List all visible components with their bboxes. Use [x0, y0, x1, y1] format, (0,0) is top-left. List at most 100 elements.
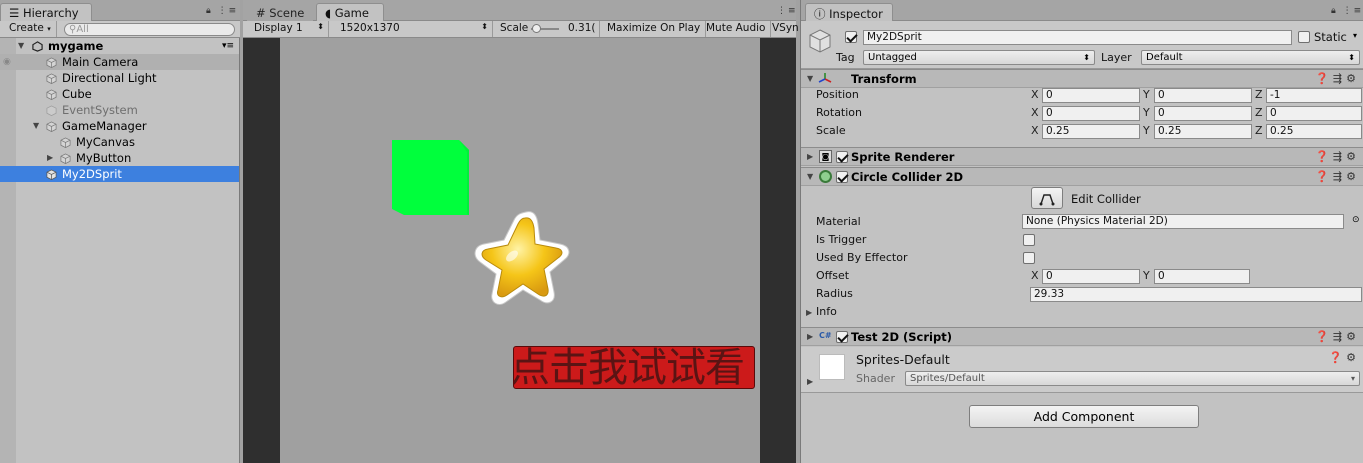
- object-picker-icon[interactable]: ⊙: [1352, 215, 1360, 225]
- collapsed-arrow-icon[interactable]: ▶: [807, 332, 813, 341]
- shader-dropdown[interactable]: Sprites/Default ▾: [905, 371, 1360, 386]
- hierarchy-panel: ☰ Hierarchy 🔒︎ ⋮≡ Create ▾ ⚲All ▼ mygame…: [0, 0, 240, 463]
- resolution-dropdown[interactable]: 1520x1370 ⬍: [335, 21, 493, 37]
- lock-icon[interactable]: 🔒︎ ⋮≡: [206, 6, 238, 16]
- collapsed-arrow-icon[interactable]: ▶: [807, 152, 813, 161]
- hierarchy-item-my2dsprit[interactable]: My2DSprit: [0, 166, 239, 182]
- list-icon: ☰: [9, 6, 20, 20]
- tab-scene[interactable]: # Scene: [247, 3, 314, 21]
- position-y-field[interactable]: 0: [1154, 88, 1252, 103]
- game-viewport[interactable]: 点击我试试看: [243, 38, 796, 463]
- sprite-renderer-enabled-checkbox[interactable]: [836, 151, 848, 163]
- gameobject-cube-icon: [46, 57, 57, 68]
- game-screen: 点击我试试看: [280, 38, 760, 463]
- hierarchy-item-gamemanager[interactable]: ▼ GameManager: [0, 118, 239, 134]
- material-menu-icons[interactable]: ❓⚙: [1328, 351, 1360, 364]
- chinese-ui-button[interactable]: 点击我试试看: [513, 346, 755, 389]
- updown-arrow-icon: ⬍: [1348, 53, 1355, 62]
- scale-z-field[interactable]: 0.25: [1266, 124, 1362, 139]
- object-name-field[interactable]: My2DSprit: [863, 30, 1292, 45]
- rotation-z-field[interactable]: 0: [1266, 106, 1362, 121]
- rotation-x-field[interactable]: 0: [1042, 106, 1140, 121]
- gameobject-cube-icon: [46, 89, 57, 100]
- edit-collider-icon: [1039, 194, 1055, 206]
- lock-icon[interactable]: 🔒︎ ⋮≡: [1331, 6, 1363, 16]
- maximize-on-play-toggle[interactable]: Maximize On Play: [602, 21, 707, 37]
- is-trigger-checkbox[interactable]: [1023, 234, 1035, 246]
- component-menu-icons[interactable]: ❓⇶⚙: [1315, 150, 1360, 163]
- circle-collider-enabled-checkbox[interactable]: [836, 171, 848, 183]
- material-section: ▶ Sprites-Default Shader Sprites/Default…: [801, 347, 1363, 393]
- scale-y-field[interactable]: 0.25: [1154, 124, 1252, 139]
- gameobject-cube-icon: [60, 153, 71, 164]
- scene-row[interactable]: ▼ mygame ▾≡: [0, 38, 239, 54]
- collapsed-arrow-icon[interactable]: ▶: [806, 308, 812, 317]
- physics-material-field[interactable]: None (Physics Material 2D): [1022, 214, 1344, 229]
- game-tabbar: # Scene ◖ Game ⋮≡: [243, 0, 796, 21]
- hierarchy-item-mybutton[interactable]: ▶ MyButton: [0, 150, 239, 166]
- display-dropdown[interactable]: Display 1 ⬍: [249, 21, 329, 37]
- circle-collider-header[interactable]: ▼ Circle Collider 2D ❓⇶⚙: [801, 167, 1363, 186]
- tag-dropdown[interactable]: Untagged ⬍: [863, 50, 1095, 65]
- collapsed-arrow-icon[interactable]: ▶: [807, 377, 813, 386]
- tab-inspector[interactable]: ⓘ Inspector: [805, 3, 893, 21]
- mute-audio-toggle[interactable]: Mute Audio: [701, 21, 772, 37]
- component-menu-icons[interactable]: ❓⇶⚙: [1315, 72, 1360, 85]
- search-input[interactable]: ⚲All: [64, 23, 235, 36]
- offset-y-field[interactable]: 0: [1154, 269, 1250, 284]
- scale-x-field[interactable]: 0.25: [1042, 124, 1140, 139]
- hierarchy-item-main-camera[interactable]: ◉ Main Camera: [0, 54, 239, 70]
- tab-hierarchy[interactable]: ☰ Hierarchy: [0, 3, 92, 21]
- offset-x-field[interactable]: 0: [1042, 269, 1140, 284]
- gameobject-cube-icon: [46, 169, 57, 180]
- hierarchy-item-cube[interactable]: Cube: [0, 86, 239, 102]
- transform-icon: [818, 73, 832, 83]
- position-x-field[interactable]: 0: [1042, 88, 1140, 103]
- active-checkbox[interactable]: [845, 31, 857, 43]
- dropdown-arrow-icon: ▾: [47, 25, 51, 33]
- tab-game[interactable]: ◖ Game: [316, 3, 384, 21]
- static-checkbox[interactable]: [1298, 31, 1310, 43]
- eye-icon[interactable]: ◉: [3, 54, 11, 70]
- slider-thumb[interactable]: [532, 24, 541, 33]
- script-enabled-checkbox[interactable]: [836, 331, 848, 343]
- sprite-renderer-header[interactable]: ▶ ◙ Sprite Renderer ❓⇶⚙: [801, 147, 1363, 166]
- updown-arrow-icon: ⬍: [317, 22, 324, 31]
- expand-arrow-icon[interactable]: ▼: [18, 38, 24, 54]
- menu-icon[interactable]: ⋮≡: [777, 6, 798, 16]
- inspector-panel: ⓘ Inspector 🔒︎ ⋮≡ My2DSprit Static ▾ Tag…: [800, 0, 1363, 463]
- green-cube: [392, 140, 469, 215]
- sprite-renderer-icon: ◙: [819, 150, 832, 163]
- add-component-button[interactable]: Add Component: [969, 405, 1199, 428]
- hierarchy-item-directional-light[interactable]: Directional Light: [0, 70, 239, 86]
- updown-arrow-icon: ⬍: [481, 22, 488, 31]
- pacman-icon: ◖: [325, 6, 332, 20]
- radius-field[interactable]: 29.33: [1030, 287, 1362, 302]
- create-button[interactable]: Create ▾: [4, 21, 57, 37]
- rotation-y-field[interactable]: 0: [1154, 106, 1252, 121]
- position-z-field[interactable]: -1: [1266, 88, 1362, 103]
- csharp-script-icon: C#: [819, 331, 832, 340]
- expand-arrow-icon[interactable]: ▼: [33, 118, 39, 134]
- scale-slider[interactable]: Scale 0.31(: [495, 21, 600, 37]
- collapsed-arrow-icon[interactable]: ▶: [47, 150, 53, 166]
- component-menu-icons[interactable]: ❓⇶⚙: [1315, 170, 1360, 183]
- layer-dropdown[interactable]: Default ⬍: [1141, 50, 1360, 65]
- edit-collider-button[interactable]: [1031, 187, 1063, 209]
- expand-arrow-icon[interactable]: ▼: [807, 74, 813, 83]
- vsync-toggle[interactable]: VSyn: [767, 21, 804, 37]
- updown-arrow-icon: ⬍: [1083, 53, 1090, 62]
- inspector-object-header: My2DSprit Static ▾ Tag Untagged ⬍ Layer D…: [801, 21, 1363, 69]
- grid-icon: #: [256, 6, 266, 20]
- test2d-script-header[interactable]: ▶ C# Test 2D (Script) ❓⇶⚙: [801, 327, 1363, 346]
- inspector-tabbar: ⓘ Inspector 🔒︎ ⋮≡: [801, 0, 1363, 21]
- used-by-effector-checkbox[interactable]: [1023, 252, 1035, 264]
- gameobject-cube-icon: [46, 105, 57, 116]
- transform-header[interactable]: ▼ Transform ❓⇶⚙: [801, 69, 1363, 88]
- dropdown-arrow-icon[interactable]: ▾: [1353, 31, 1357, 40]
- hierarchy-item-mycanvas[interactable]: MyCanvas: [0, 134, 239, 150]
- menu-icon[interactable]: ▾≡: [222, 38, 234, 54]
- component-menu-icons[interactable]: ❓⇶⚙: [1315, 330, 1360, 343]
- hierarchy-item-eventsystem[interactable]: EventSystem: [0, 102, 239, 118]
- expand-arrow-icon[interactable]: ▼: [807, 172, 813, 181]
